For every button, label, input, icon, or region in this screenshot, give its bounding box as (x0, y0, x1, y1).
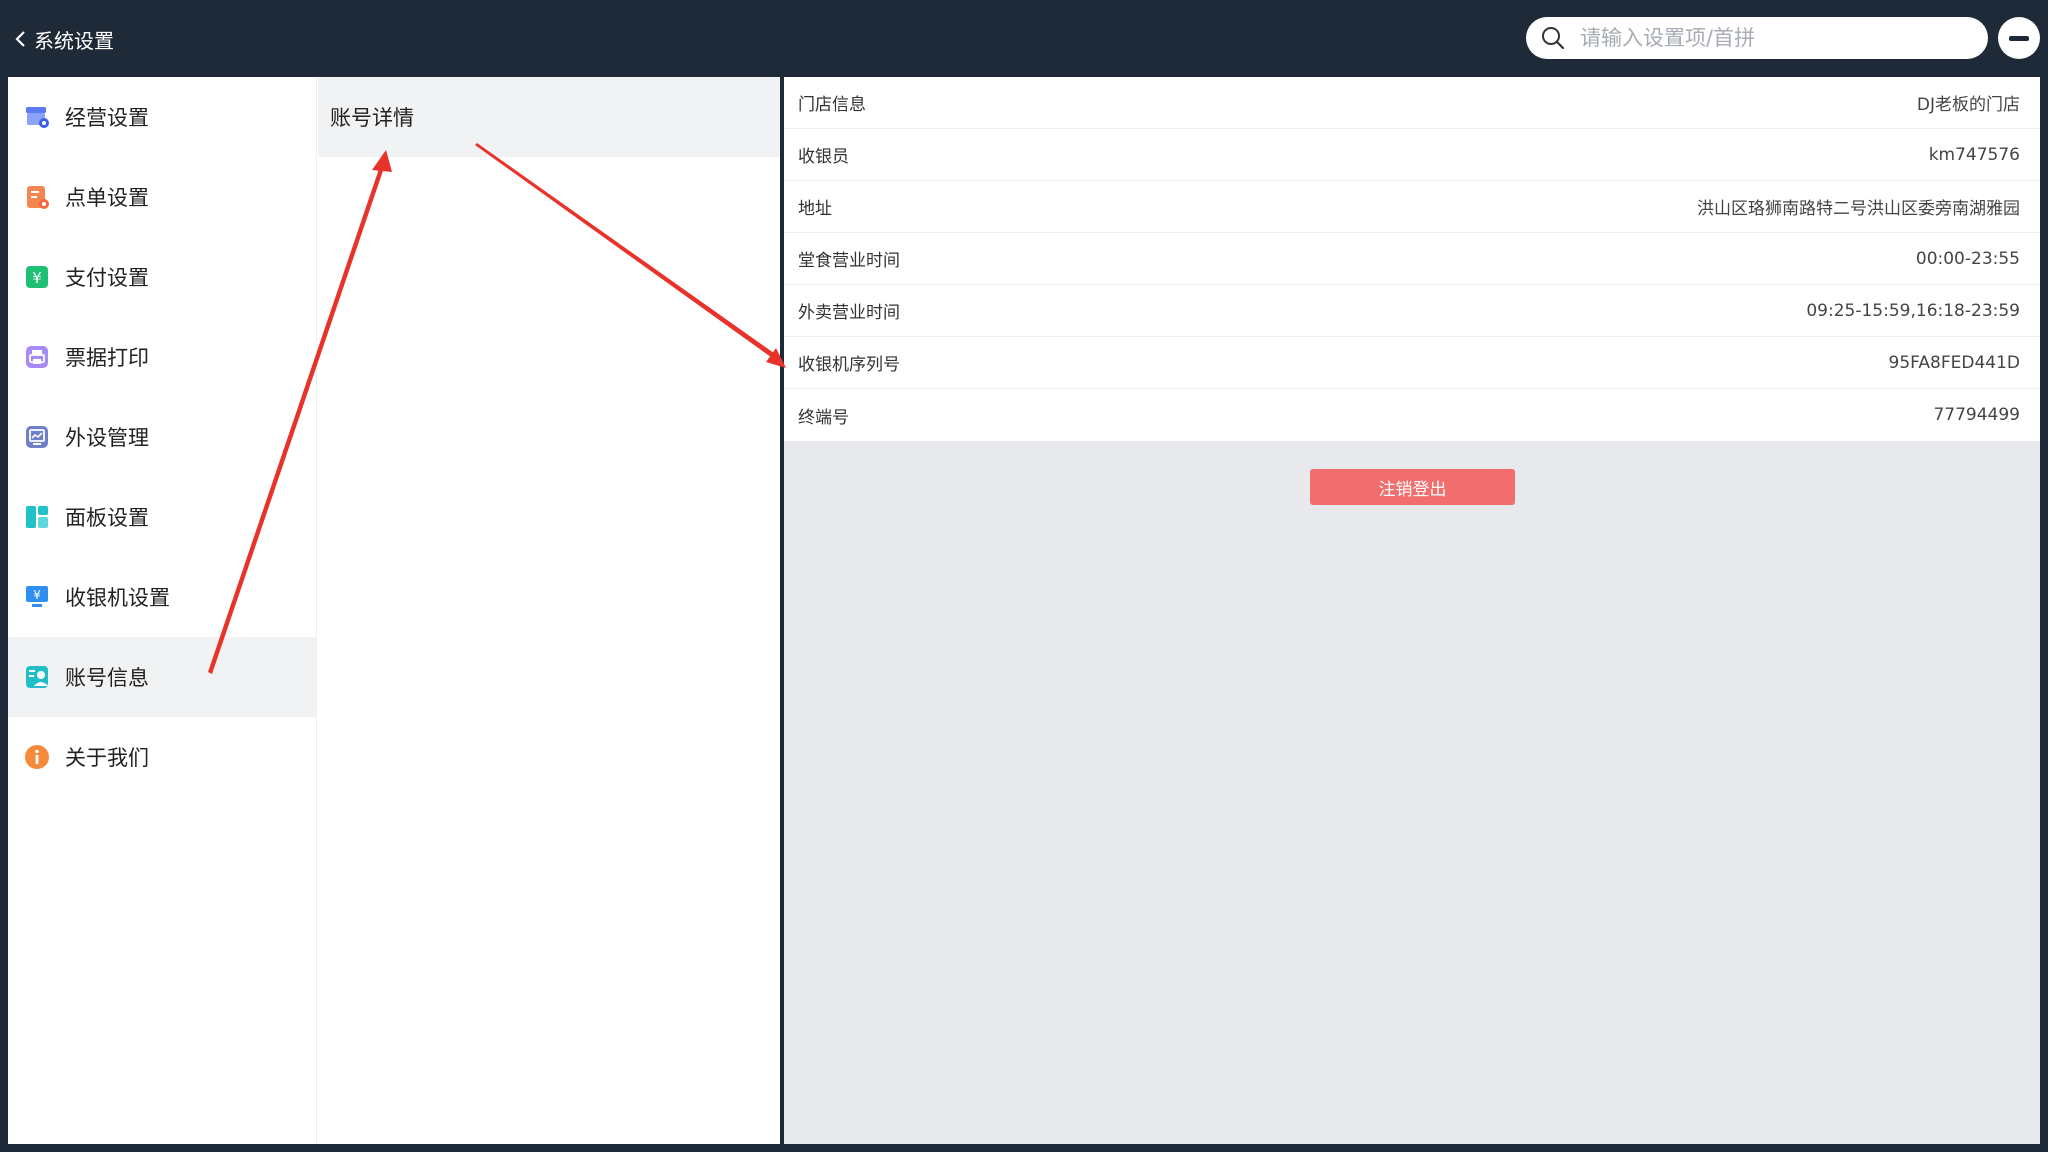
sidebar-item-order-settings[interactable]: 点单设置 (8, 157, 317, 237)
info-label: 门店信息 (798, 95, 866, 115)
info-value: km747576 (1928, 144, 2020, 165)
sidebar-item-label: 支付设置 (65, 266, 149, 290)
submenu-item-account-details[interactable]: 账号详情 (318, 77, 780, 157)
info-row-store: 门店信息 DJ老板的门店 (784, 77, 2040, 129)
svg-text:¥: ¥ (33, 588, 41, 602)
back-button[interactable]: 系统设置 (12, 24, 114, 54)
info-row-serial-number: 收银机序列号 95FA8FED441D (784, 337, 2040, 389)
submenu: 账号详情 (318, 77, 780, 1144)
info-row-address: 地址 洪山区珞狮南路特二号洪山区委旁南湖雅园 (784, 181, 2040, 233)
info-value: 95FA8FED441D (1888, 352, 2020, 373)
peripheral-icon (23, 423, 51, 451)
sidebar-item-peripheral-management[interactable]: 外设管理 (8, 397, 317, 477)
order-settings-icon (23, 183, 51, 211)
info-value: 洪山区珞狮南路特二号洪山区委旁南湖雅园 (1697, 199, 2020, 219)
info-value: 09:25-15:59,16:18-23:59 (1806, 300, 2020, 321)
cash-register-icon: ¥ (23, 583, 51, 611)
submenu-item-label: 账号详情 (330, 106, 414, 130)
sidebar: 经营设置 点单设置 ¥ 支付设置 票据打印 外设管理 面板设置 ¥ 收银机设置 … (8, 77, 317, 1144)
printer-icon (23, 343, 51, 371)
chevron-left-icon (15, 31, 25, 47)
sidebar-item-label: 点单设置 (65, 186, 149, 210)
info-label: 外卖营业时间 (798, 303, 900, 323)
info-label: 终端号 (798, 407, 849, 428)
sidebar-item-panel-settings[interactable]: 面板设置 (8, 477, 317, 557)
info-label: 收银员 (798, 147, 849, 167)
back-label: 系统设置 (34, 28, 114, 53)
info-list: 门店信息 DJ老板的门店 收银员 km747576 地址 洪山区珞狮南路特二号洪… (784, 77, 2040, 441)
payment-icon: ¥ (23, 263, 51, 291)
search-input[interactable] (1580, 26, 1960, 50)
sidebar-item-label: 账号信息 (65, 666, 149, 690)
search-box[interactable] (1526, 17, 1988, 59)
account-details-panel: 门店信息 DJ老板的门店 收银员 km747576 地址 洪山区珞狮南路特二号洪… (784, 77, 2040, 1144)
sidebar-item-label: 票据打印 (65, 346, 149, 370)
logout-button[interactable]: 注销登出 (1310, 469, 1515, 505)
panel-icon (23, 503, 51, 531)
sidebar-item-receipt-print[interactable]: 票据打印 (8, 317, 317, 397)
sidebar-item-business-settings[interactable]: 经营设置 (8, 77, 317, 157)
info-label: 收银机序列号 (798, 355, 900, 375)
info-row-cashier: 收银员 km747576 (784, 129, 2040, 181)
sidebar-item-label: 面板设置 (65, 506, 149, 530)
info-icon (23, 743, 51, 771)
sidebar-item-payment-settings[interactable]: ¥ 支付设置 (8, 237, 317, 317)
info-value: 00:00-23:55 (1915, 248, 2020, 269)
sidebar-item-account-info[interactable]: 账号信息 (8, 637, 317, 717)
minimize-button[interactable] (1998, 17, 2040, 59)
sidebar-item-label: 关于我们 (65, 746, 149, 770)
sidebar-item-label: 外设管理 (65, 426, 149, 450)
info-row-terminal-number: 终端号 77794499 (784, 389, 2040, 441)
info-label: 堂食营业时间 (798, 251, 900, 271)
sidebar-item-about-us[interactable]: 关于我们 (8, 717, 317, 797)
top-bar: 系统设置 (0, 0, 2048, 77)
info-row-dine-in-hours: 堂食营业时间 00:00-23:55 (784, 233, 2040, 285)
info-value: 77794499 (1933, 405, 2020, 425)
info-label: 地址 (798, 199, 832, 219)
store-settings-icon (23, 103, 51, 131)
search-icon (1542, 27, 1565, 50)
sidebar-item-label: 经营设置 (65, 106, 149, 130)
settings-menu-panel: 经营设置 点单设置 ¥ 支付设置 票据打印 外设管理 面板设置 ¥ 收银机设置 … (8, 77, 780, 1144)
account-icon (23, 663, 51, 691)
sidebar-item-cashier-settings[interactable]: ¥ 收银机设置 (8, 557, 317, 637)
info-value: DJ老板的门店 (1916, 95, 2020, 115)
sidebar-item-label: 收银机设置 (65, 586, 170, 610)
svg-text:¥: ¥ (32, 269, 42, 287)
minus-icon (2009, 35, 2029, 41)
info-row-delivery-hours: 外卖营业时间 09:25-15:59,16:18-23:59 (784, 285, 2040, 337)
